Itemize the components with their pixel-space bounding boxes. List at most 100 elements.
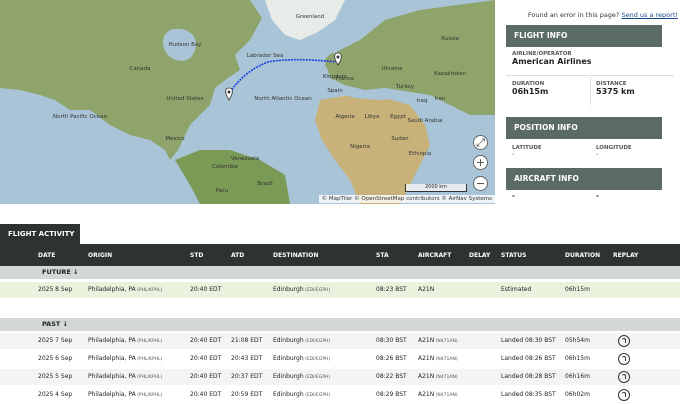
latitude-cell: LATITUDE - <box>512 145 542 158</box>
latitude-label: LATITUDE <box>512 145 542 151</box>
aircraft-value-1: - <box>512 192 515 200</box>
cell-sta: 08:26 BST <box>376 355 407 362</box>
cell-duration: 05h54m <box>565 337 590 344</box>
zoom-in-button[interactable]: + <box>473 155 488 170</box>
col-aircraft: AIRCRAFT <box>418 252 452 259</box>
cell-sta: 08:29 BST <box>376 391 407 398</box>
replay-icon[interactable] <box>618 353 630 365</box>
duration-distance-block: DURATION 06h15m DISTANCE 5375 km <box>506 77 674 105</box>
position-info-header[interactable]: POSITION INFO <box>506 117 674 139</box>
cell-atd: 20:59 EDT <box>231 391 263 398</box>
cell-date: 2025 8 Sep <box>38 286 73 293</box>
cell-status: Landed 08:30 BST <box>501 337 556 344</box>
col-delay: DELAY <box>469 252 491 259</box>
replay-icon[interactable] <box>618 335 630 347</box>
map-label-canada: Canada <box>130 66 151 72</box>
longitude-label: LONGITUDE <box>596 145 632 151</box>
flight-map[interactable]: Hudson Bay Labrador Sea North Atlantic O… <box>0 0 495 204</box>
map-label-north-atlantic: North Atlantic Ocean <box>254 96 312 102</box>
cell-status: Estimated <box>501 286 532 293</box>
map-label-north-pacific: North Pacific Ocean <box>53 114 107 120</box>
col-replay: REPLAY <box>613 252 639 259</box>
aircraft-block: - - <box>506 190 674 204</box>
info-sidebar: Found an error in this page? Send us a r… <box>495 0 680 204</box>
map-label-turkey: Turkey <box>395 84 415 90</box>
cell-destination: Edinburgh (EDI/EGPH) <box>273 355 331 362</box>
cell-status: Landed 08:26 BST <box>501 355 556 362</box>
cell-duration: 06h15m <box>565 355 590 362</box>
cell-date: 2025 7 Sep <box>38 337 73 344</box>
cell-origin: Philadelphia, PA (PHL/KPHL) <box>88 373 163 380</box>
cell-duration: 06h02m <box>565 391 590 398</box>
map-label-iraq: Iraq <box>417 98 428 104</box>
table-row[interactable]: 2025 6 Sep Philadelphia, PA (PHL/KPHL) 20:… <box>0 351 680 367</box>
map-label-saudi: Saudi Arabia <box>408 118 443 124</box>
past-section-label[interactable]: PAST ↓ <box>0 318 680 331</box>
cell-origin: Philadelphia, PA (PHL/KPHL) <box>88 286 163 293</box>
aircraft-value-2: - <box>596 192 599 200</box>
zoom-out-button[interactable]: − <box>473 176 488 191</box>
col-atd: ATD <box>231 252 245 259</box>
table-row[interactable]: 2025 4 Sep Philadelphia, PA (PHL/KPHL) 20:… <box>0 387 680 403</box>
replay-icon[interactable] <box>618 389 630 401</box>
cell-destination: Edinburgh (EDI/EGPH) <box>273 373 331 380</box>
cell-destination: Edinburgh (EDI/EGPH) <box>273 391 331 398</box>
duration-cell: DURATION 06h15m <box>512 81 548 96</box>
map-label-mexico: Mexico <box>165 136 185 142</box>
duration-value: 06h15m <box>512 87 549 96</box>
flight-activity-section: FLIGHT ACTIVITY DATE ORIGIN STD ATD DEST… <box>0 224 680 403</box>
map-label-colombia: Colombia <box>212 164 238 170</box>
position-block: LATITUDE - LONGITUDE - <box>506 141 674 161</box>
cell-date: 2025 4 Sep <box>38 391 73 398</box>
flight-info-header[interactable]: FLIGHT INFO <box>506 25 674 47</box>
cell-sta: 08:22 BST <box>376 373 407 380</box>
error-report-text: Found an error in this page? <box>527 11 620 19</box>
table-row[interactable]: 2025 8 Sep Philadelphia, PA (PHL/KPHL) 20:… <box>0 282 680 298</box>
send-report-link[interactable]: Send us a report! <box>621 11 678 19</box>
cell-atd: 20:37 EDT <box>231 373 263 380</box>
airline-value: American Airlines <box>512 57 592 66</box>
map-label-russia: Russia <box>441 36 459 42</box>
distance-value: 5375 km <box>596 87 635 96</box>
cell-origin: Philadelphia, PA (PHL/KPHL) <box>88 355 163 362</box>
flight-activity-tab[interactable]: FLIGHT ACTIVITY <box>0 224 80 244</box>
cell-sta: 08:23 BST <box>376 286 407 293</box>
cell-date: 2025 6 Sep <box>38 355 73 362</box>
map-label-labrador: Labrador Sea <box>247 53 284 59</box>
cell-aircraft: A21N (N471AN) <box>418 355 458 362</box>
map-label-peru: Peru <box>216 188 228 194</box>
table-row[interactable]: 2025 7 Sep Philadelphia, PA (PHL/KPHL) 20:… <box>0 333 680 349</box>
map-canvas: Hudson Bay Labrador Sea North Atlantic O… <box>0 0 495 204</box>
cell-duration: 06h16m <box>565 373 590 380</box>
col-std: STD <box>190 252 204 259</box>
longitude-value: - <box>596 151 599 158</box>
map-label-united-states: United States <box>166 96 203 102</box>
col-status: STATUS <box>501 252 527 259</box>
cell-aircraft: A21N (N471AN) <box>418 391 458 398</box>
cell-std: 20:40 EDT <box>190 355 222 362</box>
map-label-egypt: Egypt <box>390 114 407 120</box>
cell-aircraft: A21N (N471AN) <box>418 337 458 344</box>
cell-atd: 20:43 EDT <box>231 355 263 362</box>
col-duration: DURATION <box>565 252 601 259</box>
cell-std: 20:40 EDT <box>190 391 222 398</box>
cell-origin: Philadelphia, PA (PHL/KPHL) <box>88 391 163 398</box>
position-info-title: POSITION INFO <box>514 123 578 132</box>
table-row[interactable]: 2025 5 Sep Philadelphia, PA (PHL/KPHL) 20:… <box>0 369 680 385</box>
error-report: Found an error in this page? Send us a r… <box>528 11 678 19</box>
col-origin: ORIGIN <box>88 252 113 259</box>
map-label-ethiopia: Ethiopia <box>409 151 431 157</box>
latitude-value: - <box>512 151 515 158</box>
map-label-iran: Iran <box>435 96 446 102</box>
airline-block: AIRLINE/OPERATOR American Airlines <box>506 47 674 75</box>
map-attribution: © MapTiler © OpenStreetMap contributors … <box>318 195 495 203</box>
aircraft-info-header[interactable]: AIRCRAFT INFO <box>506 168 674 190</box>
replay-icon[interactable] <box>618 371 630 383</box>
cell-std: 20:40 EDT <box>190 286 222 293</box>
cell-std: 20:40 EDT <box>190 337 222 344</box>
future-section-label[interactable]: FUTURE ↓ <box>0 266 680 279</box>
map-label-sudan: Sudan <box>391 136 409 142</box>
fit-bounds-button[interactable]: ⤢ <box>473 135 488 150</box>
map-scale: 2000 km <box>405 184 467 192</box>
cell-aircraft: A21N (N471AN) <box>418 373 458 380</box>
